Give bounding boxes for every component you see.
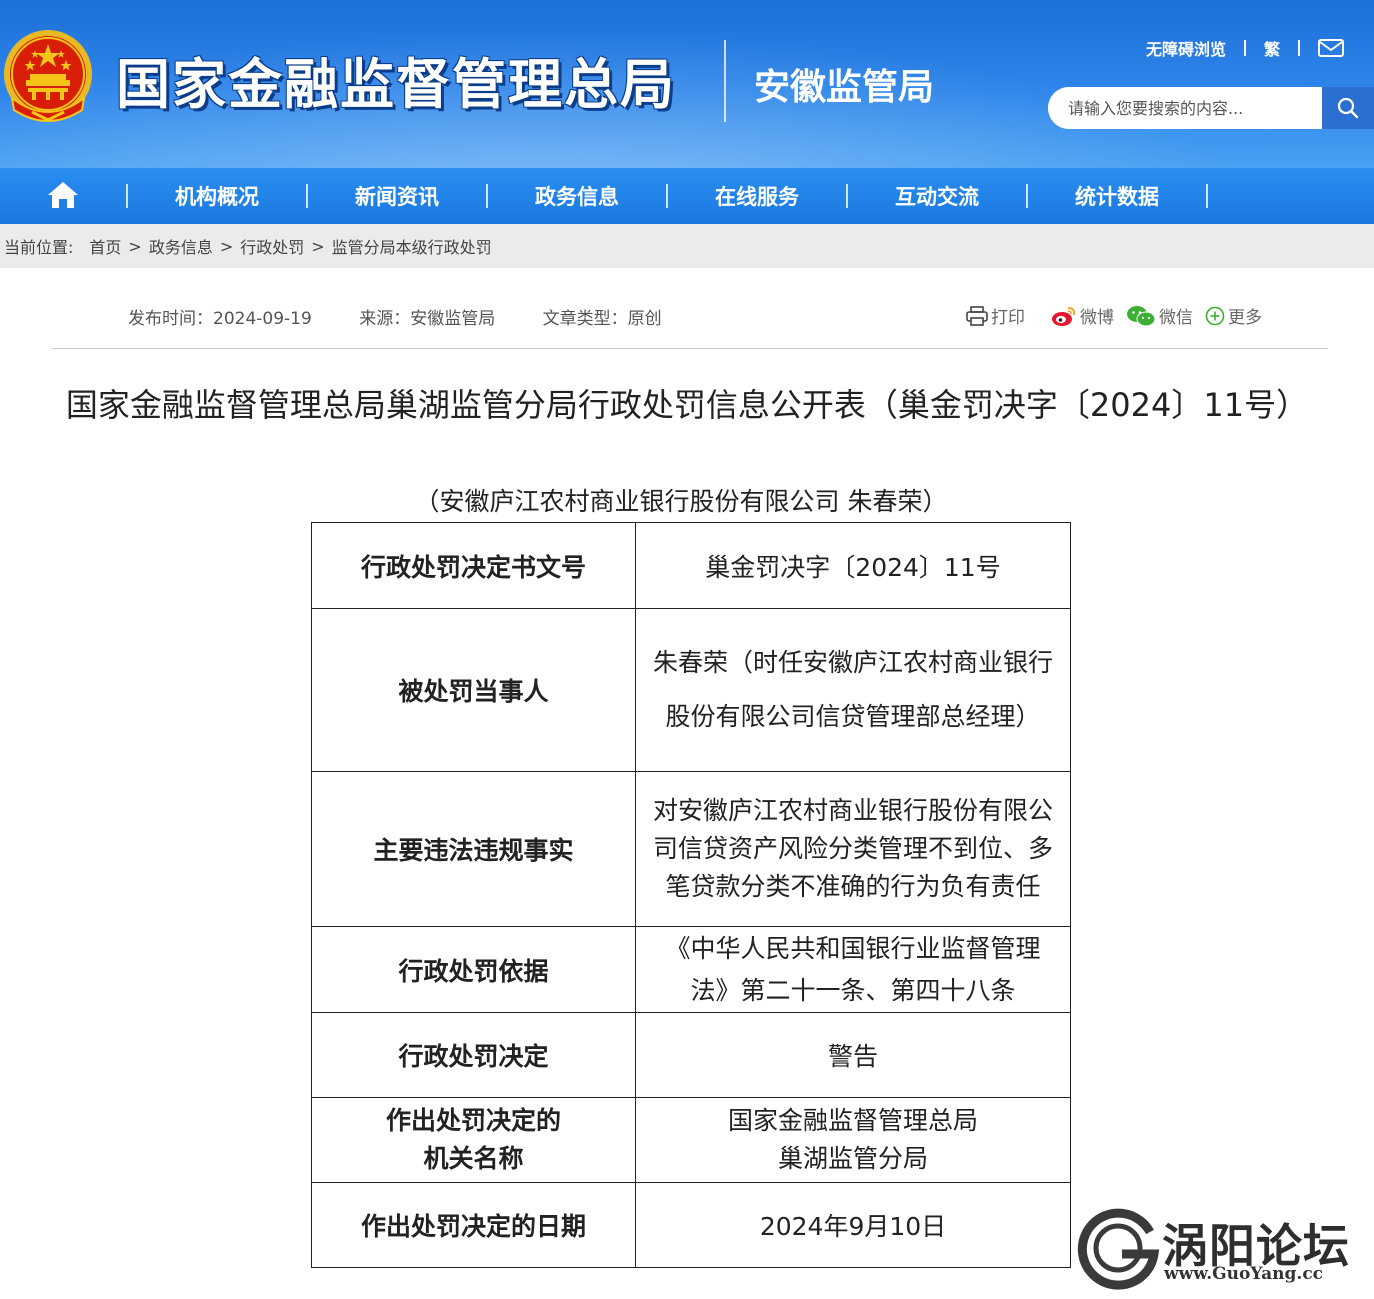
national-emblem-icon[interactable]	[2, 28, 94, 126]
violation-facts-value: 对安徽庐江农村商业银行股份有限公司信贷资产风险分类管理不到位、多笔贷款分类不准确…	[635, 771, 1071, 927]
wechat-icon	[1127, 305, 1156, 326]
penalty-decision-value: 警告	[635, 1012, 1071, 1098]
penalized-party-label: 被处罚当事人	[311, 608, 636, 772]
site-header: 国家金融监督管理总局 安徽监管局 无障碍浏览 繁	[0, 0, 1374, 168]
table-row: 作出处罚决定的 机关名称 国家金融监督管理总局 巢湖监管分局	[311, 1097, 1071, 1183]
decision-number-value: 巢金罚决字〔2024〕11号	[635, 522, 1071, 609]
deciding-authority-label-line2: 机关名称	[423, 1144, 524, 1173]
article-type: 文章类型：原创	[542, 309, 662, 329]
plus-circle-icon	[1205, 306, 1225, 325]
decision-number-label: 行政处罚决定书文号	[311, 522, 636, 609]
table-row: 行政处罚决定 警告	[311, 1012, 1071, 1098]
breadcrumb-separator: >	[311, 236, 325, 256]
decision-date-value: 2024年9月10日	[635, 1182, 1071, 1268]
breadcrumb-separator: >	[128, 236, 142, 256]
meta-divider	[52, 348, 1328, 349]
search-box	[1048, 87, 1374, 129]
penalized-party-value: 朱春荣（时任安徽庐江农村商业银行股份有限公司信贷管理部总经理）	[635, 608, 1071, 772]
more-label: 更多	[1228, 308, 1262, 328]
nav-item-statistics[interactable]: 统计数据	[1028, 168, 1206, 224]
accessibility-link[interactable]: 无障碍浏览	[1146, 36, 1226, 60]
weibo-icon	[1052, 306, 1076, 326]
deciding-authority-value-line1: 国家金融监督管理总局	[727, 1106, 978, 1135]
print-label: 打印	[991, 308, 1025, 328]
bureau-name: 安徽监管局	[754, 67, 935, 108]
link-divider	[1298, 40, 1300, 56]
header-divider	[724, 40, 726, 122]
penalty-info-table: 行政处罚决定书文号 巢金罚决字〔2024〕11号 被处罚当事人 朱春荣（时任安徽…	[311, 522, 1071, 1268]
traditional-chinese-link[interactable]: 繁	[1264, 36, 1280, 60]
table-row: 作出处罚决定的日期 2024年9月10日	[311, 1182, 1071, 1268]
link-divider	[1243, 40, 1246, 56]
publish-date: 发布时间：2024-09-19	[128, 309, 312, 329]
penalty-decision-label: 行政处罚决定	[311, 1012, 636, 1098]
article-source: 来源：安徽监管局	[359, 309, 496, 329]
breadcrumb-separator: >	[219, 236, 234, 256]
wechat-share-button[interactable]: 微信	[1126, 303, 1193, 328]
breadcrumb-item-government-info[interactable]: 政务信息	[149, 234, 213, 258]
print-button[interactable]: 打印	[966, 303, 1025, 328]
main-nav: 机构概况 新闻资讯 政务信息 在线服务 互动交流 统计数据	[0, 168, 1374, 224]
violation-facts-label: 主要违法违规事实	[311, 771, 636, 927]
nav-item-news[interactable]: 新闻资讯	[308, 168, 486, 224]
nav-item-interaction[interactable]: 互动交流	[848, 168, 1026, 224]
table-row: 主要违法违规事实 对安徽庐江农村商业银行股份有限公司信贷资产风险分类管理不到位、…	[311, 771, 1071, 927]
home-icon	[48, 182, 78, 208]
top-links: 无障碍浏览 繁	[1146, 36, 1344, 60]
breadcrumb-label: 当前位置:	[4, 238, 74, 257]
table-row: 行政处罚决定书文号 巢金罚决字〔2024〕11号	[311, 522, 1071, 609]
table-row: 被处罚当事人 朱春荣（时任安徽庐江农村商业银行股份有限公司信贷管理部总经理）	[311, 608, 1071, 772]
decision-date-label: 作出处罚决定的日期	[311, 1182, 636, 1268]
forum-logo-icon	[1072, 1202, 1164, 1294]
printer-icon	[966, 305, 988, 326]
search-button[interactable]	[1322, 87, 1374, 129]
article-subtitle-text: （安徽庐江农村商业银行股份有限公司 朱春荣）	[414, 487, 948, 516]
article-title: 国家金融监督管理总局巢湖监管分局行政处罚信息公开表（巢金罚决字〔2024〕11号…	[65, 386, 1309, 424]
mail-icon[interactable]	[1318, 39, 1344, 57]
nav-divider	[1206, 184, 1208, 208]
deciding-authority-value-line2: 巢湖监管分局	[777, 1144, 928, 1173]
article-meta: 发布时间：2024-09-19 来源：安徽监管局 文章类型：原创	[128, 304, 704, 329]
article-subtitle: （安徽庐江农村商业银行股份有限公司 朱春荣）	[0, 482, 1374, 518]
forum-url: www.GuoYang.cc	[1164, 1264, 1324, 1284]
wechat-label: 微信	[1159, 308, 1193, 328]
penalty-basis-value: 《中华人民共和国银行业监督管理法》第二十一条、第四十八条	[635, 926, 1071, 1013]
nav-item-about[interactable]: 机构概况	[128, 168, 306, 224]
weibo-share-button[interactable]: 微博	[1051, 303, 1114, 328]
weibo-label: 微博	[1080, 308, 1114, 328]
table-row: 行政处罚依据 《中华人民共和国银行业监督管理法》第二十一条、第四十八条	[311, 926, 1071, 1013]
breadcrumb-item-penalty[interactable]: 行政处罚	[240, 234, 304, 258]
deciding-authority-label-line1: 作出处罚决定的	[385, 1106, 561, 1135]
forum-watermark: 涡阳论坛 www.GuoYang.cc	[1072, 1200, 1372, 1296]
nav-item-government-info[interactable]: 政务信息	[488, 168, 666, 224]
penalty-basis-label: 行政处罚依据	[311, 926, 636, 1013]
breadcrumb: 当前位置: 首页 > 政务信息 > 行政处罚 > 监管分局本级行政处罚	[0, 224, 1374, 268]
agency-name-logo[interactable]: 国家金融监督管理总局	[116, 40, 676, 119]
breadcrumb-item-branch-penalty[interactable]: 监管分局本级行政处罚	[332, 234, 492, 258]
deciding-authority-value: 国家金融监督管理总局 巢湖监管分局	[635, 1097, 1071, 1183]
breadcrumb-item-home[interactable]: 首页	[89, 234, 121, 258]
deciding-authority-label: 作出处罚决定的 机关名称	[311, 1097, 636, 1183]
search-icon	[1337, 97, 1359, 119]
nav-item-online-services[interactable]: 在线服务	[668, 168, 846, 224]
nav-home[interactable]	[0, 168, 126, 224]
share-bar: 打印 微博 微信 更多	[966, 303, 1274, 328]
search-input[interactable]	[1048, 87, 1322, 129]
more-share-button[interactable]: 更多	[1205, 303, 1262, 328]
